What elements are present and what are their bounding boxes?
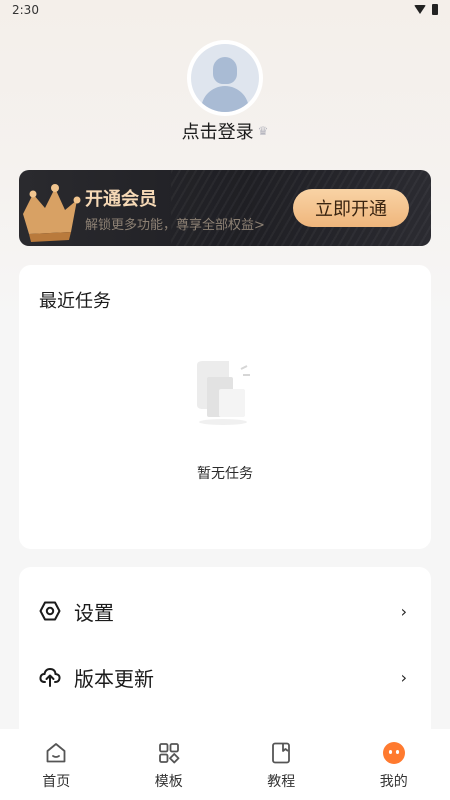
empty-document-icon (197, 361, 250, 425)
settings-icon (39, 601, 61, 621)
status-time: 2:30 (12, 3, 39, 17)
menu-item-settings[interactable]: 设置 › (19, 579, 431, 643)
nav-item-home[interactable]: 首页 (0, 729, 113, 800)
menu-item-label: 设置 (74, 600, 114, 625)
upload-cloud-icon (39, 667, 61, 687)
home-icon (46, 743, 66, 763)
nav-item-templates[interactable]: 模板 (113, 729, 226, 800)
vip-banner[interactable]: 开通会员 解锁更多功能，尊享全部权益> 立即开通 (19, 170, 431, 246)
nav-label: 模板 (154, 774, 183, 790)
chevron-right-icon: › (400, 601, 407, 621)
nav-label: 首页 (42, 774, 71, 790)
nav-label: 教程 (267, 774, 296, 790)
nav-item-mine[interactable]: 我的 (338, 729, 450, 800)
nav-label: 我的 (379, 774, 408, 790)
menu-item-label: 版本更新 (74, 666, 154, 691)
vip-subtitle: 解锁更多功能，尊享全部权益> (85, 218, 265, 233)
bottom-nav: 首页 模板 教程 我的 (0, 729, 450, 800)
menu-item-update[interactable]: 版本更新 › (19, 645, 431, 709)
battery-icon (432, 4, 438, 15)
wifi-icon (414, 5, 426, 14)
avatar[interactable] (187, 40, 263, 116)
book-icon (272, 742, 291, 764)
empty-state-text: 暂无任务 (197, 466, 253, 482)
status-icons (414, 4, 438, 15)
login-text[interactable]: 点击登录 (182, 118, 254, 144)
status-bar: 2:30 (0, 0, 450, 22)
grid-icon (158, 743, 180, 764)
crown-icon: ♛ (257, 124, 269, 138)
profile-face-icon (382, 742, 405, 764)
recent-tasks-card: 最近任务 暂无任务 (19, 265, 431, 549)
activate-vip-button[interactable]: 立即开通 (293, 189, 409, 227)
avatar-placeholder-icon (191, 44, 259, 112)
vip-title: 开通会员 (85, 189, 157, 210)
nav-item-tutorial[interactable]: 教程 (225, 729, 338, 800)
login-row[interactable]: 点击登录 ♛ (0, 118, 450, 144)
chevron-right-icon: › (400, 667, 407, 687)
section-title: 最近任务 (39, 291, 111, 312)
vip-crown-icon (23, 184, 81, 242)
